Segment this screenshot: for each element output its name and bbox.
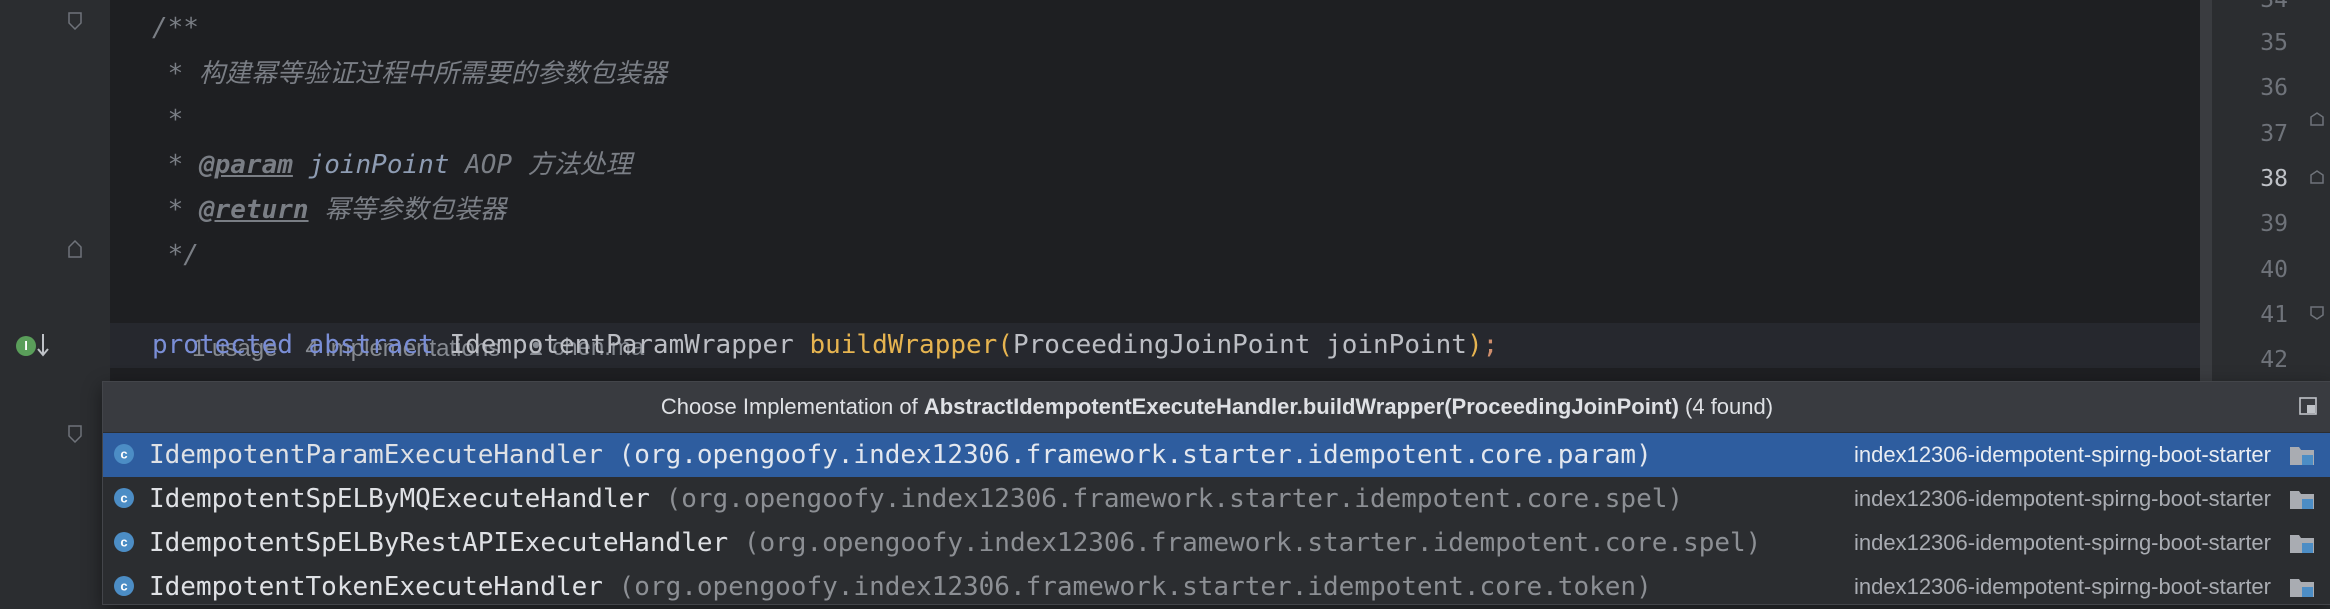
line-number: 40	[2260, 257, 2288, 283]
svg-text:c: c	[120, 535, 127, 550]
module-folder-icon	[2290, 491, 2314, 509]
class-name: IdempotentParamExecuteHandler	[149, 440, 603, 470]
implementation-list-item[interactable]: c IdempotentTokenExecuteHandler (org.ope…	[103, 565, 2330, 609]
class-icon: c	[114, 488, 134, 508]
comment-prefix: *	[152, 150, 199, 180]
svg-text:c: c	[120, 579, 127, 594]
implementation-text: IdempotentSpELByRestAPIExecuteHandler (o…	[149, 521, 1761, 565]
fold-marker-icon[interactable]	[2310, 170, 2324, 184]
paren: (	[997, 330, 1013, 360]
fold-marker-icon[interactable]	[2310, 112, 2324, 126]
module-name: index12306-idempotent-spirng-boot-starte…	[1853, 486, 2271, 511]
implementation-list-item[interactable]: c IdempotentParamExecuteHandler (org.ope…	[103, 433, 2330, 477]
module-name: index12306-idempotent-spirng-boot-starte…	[1853, 574, 2271, 599]
line-number: 39	[2260, 211, 2288, 237]
implemented-by-icon[interactable]: I	[16, 336, 36, 356]
comment-line: *	[152, 105, 184, 135]
class-name: IdempotentTokenExecuteHandler	[149, 572, 603, 602]
popup-title: Choose Implementation of AbstractIdempot…	[103, 382, 2330, 432]
line-number: 34	[2260, 0, 2288, 13]
code-vision-hints: 1 usage 4 implementations chen.ma	[152, 280, 700, 362]
comment-prefix: *	[152, 195, 199, 225]
line-number: 36	[2260, 75, 2288, 101]
open-in-window-icon[interactable]	[2299, 397, 2317, 415]
comment-close-line: */	[152, 240, 199, 270]
semicolon: ;	[1482, 330, 1499, 360]
fold-marker-icon[interactable]	[68, 240, 82, 258]
class-name: IdempotentSpELByRestAPIExecuteHandler	[149, 528, 729, 558]
implementation-text: IdempotentTokenExecuteHandler (org.openg…	[149, 565, 1652, 609]
method-declaration-line[interactable]: protected abstract IdempotentParamWrappe…	[152, 323, 1498, 368]
comment-param-line: * @param joinPoint AOP 方法处理	[152, 143, 632, 188]
class-icon: c	[114, 576, 134, 596]
comment-return-line: * @return 幂等参数包装器	[152, 188, 507, 233]
module-folder-icon	[2290, 535, 2314, 553]
keyword: abstract	[308, 330, 434, 360]
package-name: (org.opengoofy.index12306.framework.star…	[665, 484, 1684, 514]
param-name[interactable]: joinPoint	[1326, 330, 1467, 360]
method-name[interactable]: buildWrapper	[809, 330, 997, 360]
fold-marker-icon[interactable]	[68, 425, 82, 443]
popup-title-method: AbstractIdempotentExecuteHandler.buildWr…	[923, 394, 1679, 419]
svg-text:c: c	[120, 491, 127, 506]
module-name: index12306-idempotent-spirng-boot-starte…	[1853, 530, 2271, 555]
package-name: (org.opengoofy.index12306.framework.star…	[743, 528, 1762, 558]
fold-marker-icon[interactable]	[2310, 306, 2324, 320]
class-icon: c	[114, 444, 134, 464]
code-editor: I /** * 构建幂等验证过程中所需要的参数包装器 * * @param jo…	[0, 0, 2330, 605]
return-type[interactable]: IdempotentParamWrapper	[449, 330, 793, 360]
module-name: index12306-idempotent-spirng-boot-starte…	[1853, 442, 2271, 467]
line-number: 35	[2260, 30, 2288, 56]
implementation-list-item[interactable]: c IdempotentSpELByRestAPIExecuteHandler …	[103, 521, 2330, 565]
javadoc-tag: @param	[198, 150, 293, 180]
comment-line: * 构建幂等验证过程中所需要的参数包装器	[152, 59, 667, 89]
javadoc-text: AOP 方法处理	[449, 150, 632, 180]
popup-title-count: (4 found)	[1678, 394, 1774, 419]
module-folder-icon	[2290, 579, 2314, 597]
popup-title-prefix: Choose Implementation of	[660, 394, 924, 419]
package-name: (org.opengoofy.index12306.framework.star…	[618, 572, 1652, 602]
module-folder-icon	[2290, 447, 2314, 465]
left-gutter: I	[0, 0, 110, 603]
javadoc-text: 幂等参数包装器	[308, 195, 507, 225]
line-number: 42	[2260, 347, 2288, 373]
implementation-text: IdempotentSpELByMQExecuteHandler (org.op…	[149, 477, 1683, 521]
class-name: IdempotentSpELByMQExecuteHandler	[149, 484, 650, 514]
line-number: 37	[2260, 121, 2288, 147]
paren: )	[1466, 330, 1483, 360]
line-number-current: 38	[2260, 166, 2288, 192]
keyword: protected	[152, 330, 293, 360]
fold-marker-icon[interactable]	[68, 12, 82, 30]
javadoc-tag: @return	[198, 195, 309, 225]
choose-implementation-popup[interactable]: Choose Implementation of AbstractIdempot…	[102, 381, 2330, 605]
arrow-down-icon[interactable]	[36, 332, 50, 358]
line-number: 41	[2260, 302, 2288, 328]
svg-text:c: c	[120, 447, 127, 462]
implementation-text: IdempotentParamExecuteHandler (org.openg…	[149, 433, 1652, 477]
class-icon: c	[114, 532, 134, 552]
javadoc-param-name: joinPoint	[308, 150, 450, 180]
param-type[interactable]: ProceedingJoinPoint	[1013, 330, 1310, 360]
comment-line: /**	[152, 13, 199, 43]
implementation-list-item[interactable]: c IdempotentSpELByMQExecuteHandler (org.…	[103, 477, 2330, 521]
package-name: (org.opengoofy.index12306.framework.star…	[618, 440, 1652, 470]
